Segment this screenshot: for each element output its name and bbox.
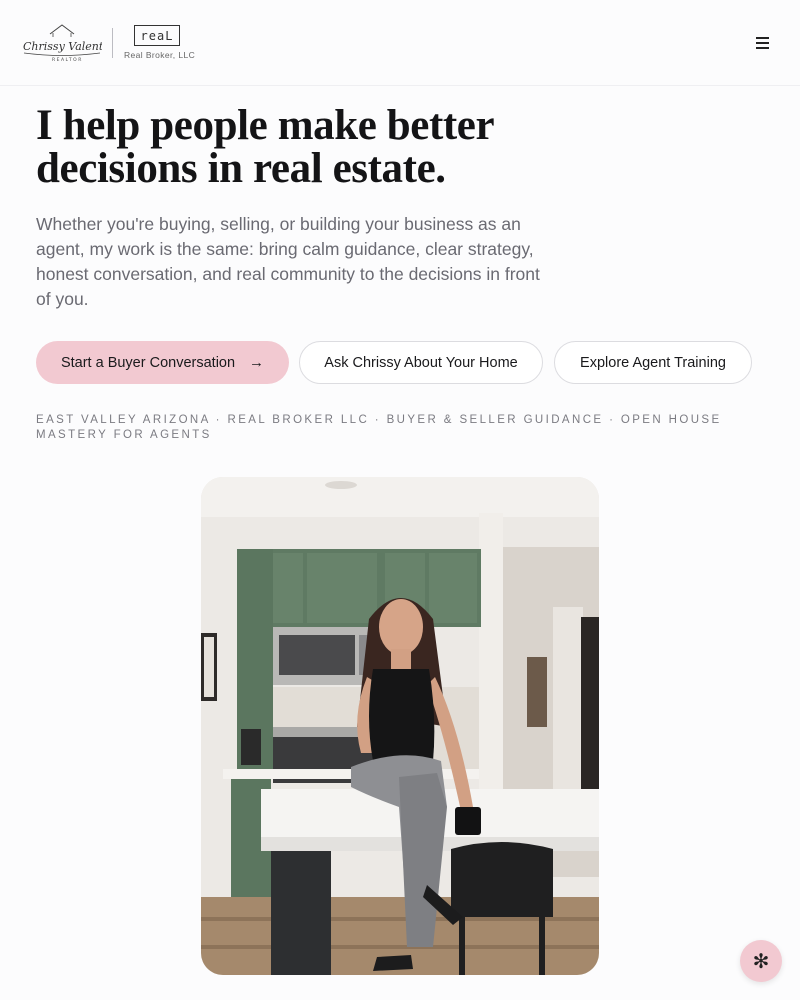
- kitchen-portrait-illustration: [201, 477, 599, 975]
- start-buyer-conversation-label: Start a Buyer Conversation: [60, 354, 236, 371]
- arrow-right-icon: →: [249, 354, 265, 371]
- brokerage-name: Real Broker, LLC: [124, 50, 196, 60]
- hero-portrait-photo: [201, 477, 599, 975]
- explore-agent-training-button[interactable]: Explore Agent Training: [554, 341, 752, 384]
- start-buyer-conversation-button[interactable]: Start a Buyer Conversation →: [36, 341, 289, 384]
- ask-chrissy-label: Ask Chrissy About Your Home: [324, 354, 518, 371]
- headline-line-1: I help people make better: [36, 102, 495, 149]
- real-logo[interactable]: reaL: [134, 25, 180, 46]
- chrissy-valentine-logo[interactable]: Chrissy Valentine REALTOR: [22, 22, 102, 64]
- asterisk-icon[interactable]: ✻: [740, 940, 782, 982]
- site-header: Chrissy Valentine REALTOR reaL Real Brok…: [0, 0, 800, 86]
- ask-chrissy-button[interactable]: Ask Chrissy About Your Home: [299, 341, 543, 384]
- services-tagline: EAST VALLEY ARIZONA · REAL BROKER LLC · …: [36, 414, 722, 441]
- logo-divider: [112, 28, 113, 58]
- logo-sub-text: REALTOR: [52, 57, 83, 63]
- logo-script-text: Chrissy Valentine: [23, 40, 102, 53]
- headline-line-2: decisions in real estate.: [36, 145, 446, 192]
- hamburger-icon[interactable]: [750, 32, 774, 54]
- explore-agent-training-label: Explore Agent Training: [580, 354, 726, 371]
- hero-headline: I help people make better decisions in r…: [36, 104, 556, 190]
- hero-intro: Whether you're buying, selling, or build…: [36, 214, 540, 309]
